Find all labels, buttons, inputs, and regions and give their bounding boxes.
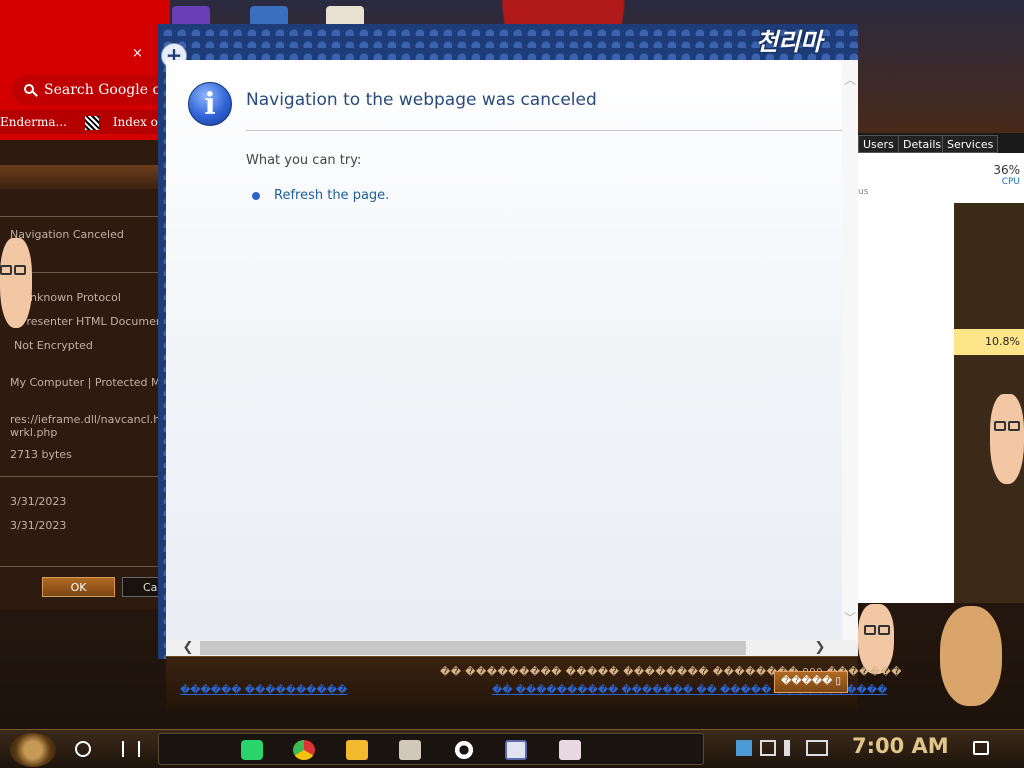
divider xyxy=(0,566,170,567)
cartoon-face-image xyxy=(0,238,32,328)
scroll-up-icon[interactable]: ︿ xyxy=(842,72,858,88)
tab-strip: Users Details Services xyxy=(858,133,1024,153)
clock[interactable]: 7:00 AM xyxy=(852,734,949,758)
tab-details[interactable]: Details xyxy=(898,135,947,153)
info-icon: i xyxy=(188,82,232,126)
prop-protocol: Unknown Protocol xyxy=(22,291,121,304)
vertical-scrollbar[interactable]: ︿ ﹀ xyxy=(842,60,858,640)
divider xyxy=(0,216,170,217)
scroll-left-icon[interactable]: ❮ xyxy=(180,640,196,656)
dialog-header-band xyxy=(0,165,170,189)
prop-type: Navigation Canceled xyxy=(10,228,124,241)
horizontal-scrollbar[interactable]: ❮ ❯ xyxy=(166,640,858,656)
cartoon-face-image xyxy=(858,604,894,674)
settings-gear-icon[interactable] xyxy=(453,740,475,760)
status-column-header[interactable]: us xyxy=(858,187,868,197)
volume-muted-icon[interactable] xyxy=(784,740,800,756)
scroll-down-icon[interactable]: ﹀ xyxy=(842,610,858,626)
task-manager-window: Users Details Services us 36% CPU 10.8% xyxy=(858,133,1024,603)
notification-action-button[interactable]: ����� ▯ xyxy=(774,671,848,693)
window-app-icon[interactable] xyxy=(505,740,527,760)
search-icon xyxy=(24,84,34,94)
ok-button[interactable]: OK xyxy=(42,577,115,597)
cpu-highlight-cell[interactable]: 10.8% xyxy=(954,329,1024,355)
prop-encryption: Not Encrypted xyxy=(14,339,93,352)
prop-document-type: Presenter HTML Document xyxy=(20,315,168,328)
divider xyxy=(0,476,170,477)
refresh-page-link[interactable]: Refresh the page. xyxy=(274,188,389,203)
qr-icon xyxy=(84,115,99,130)
image-app-icon[interactable] xyxy=(559,740,581,760)
brand-logo-text: 천리마 xyxy=(756,28,823,56)
taskbar: 7:00 AM xyxy=(0,729,1024,768)
omnibox-placeholder: Search Google or xyxy=(44,82,167,98)
notification-link[interactable]: ������ ���������� xyxy=(180,685,347,696)
keyboard-app-icon[interactable] xyxy=(399,740,421,760)
cpu-percent: 36% xyxy=(993,163,1020,177)
spotify-icon[interactable] xyxy=(241,740,263,760)
prop-size: 2713 bytes xyxy=(10,448,72,461)
cartoon-face-image xyxy=(990,394,1024,484)
start-button[interactable] xyxy=(10,733,56,767)
scroll-right-icon[interactable]: ❯ xyxy=(812,640,828,656)
tab-services[interactable]: Services xyxy=(942,135,999,153)
tablet-icon[interactable] xyxy=(736,740,752,756)
omnibox-search[interactable]: Search Google or xyxy=(12,75,167,105)
prop-created: 3/31/2023 xyxy=(10,495,67,508)
notification-bar: �� ��������� ����� �������� �������� 999… xyxy=(166,656,902,708)
hamster-image xyxy=(940,606,1002,706)
bookmark-item[interactable]: Enderma... xyxy=(0,115,67,129)
title-divider xyxy=(246,130,842,131)
page-title: Navigation to the webpage was canceled xyxy=(246,90,597,110)
bookmarks-bar: Enderma... Index of ~da xyxy=(0,110,170,134)
scrollbar-thumb[interactable] xyxy=(200,641,746,655)
cpu-column-header[interactable]: 36% CPU xyxy=(954,163,1024,203)
prop-modified: 3/31/2023 xyxy=(10,519,67,532)
what-you-can-try-label: What you can try: xyxy=(246,153,362,168)
task-view-icon[interactable] xyxy=(122,741,140,757)
bullet-icon xyxy=(252,192,260,200)
chrome-icon[interactable] xyxy=(293,740,315,760)
properties-dialog: Navigation Canceled Unknown Protocol Pre… xyxy=(0,140,197,610)
taskbar-apps xyxy=(158,733,704,765)
prop-address-cont: wrkl.php xyxy=(10,426,58,439)
cortana-circle-icon[interactable] xyxy=(75,741,91,757)
cpu-label: CPU xyxy=(1001,177,1020,187)
page-content: i Navigation to the webpage was canceled… xyxy=(166,60,858,656)
keyboard-icon[interactable] xyxy=(806,740,828,756)
tab-users[interactable]: Users xyxy=(858,135,899,153)
tab-close-icon[interactable]: × xyxy=(132,46,143,61)
file-explorer-icon[interactable] xyxy=(346,740,368,760)
network-icon[interactable] xyxy=(760,740,776,756)
action-center-icon[interactable] xyxy=(973,741,989,755)
